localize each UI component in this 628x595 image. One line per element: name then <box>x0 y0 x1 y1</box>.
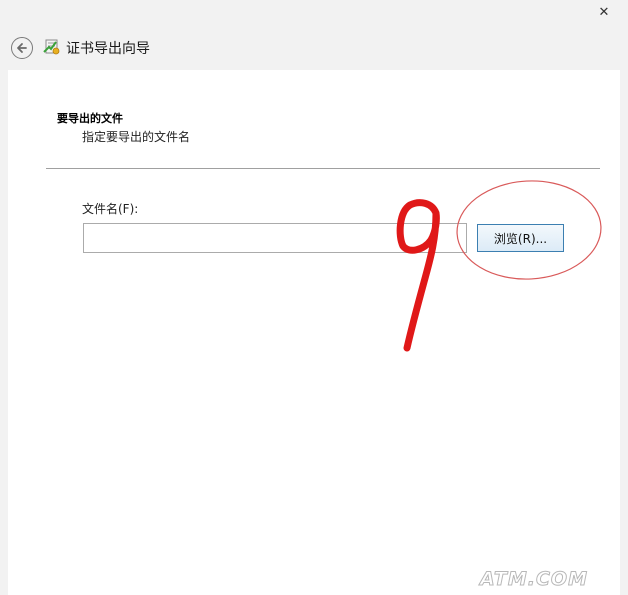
section-heading: 要导出的文件 <box>57 112 123 125</box>
header-divider <box>46 168 600 169</box>
browse-button[interactable]: 浏览(R)... <box>477 224 564 252</box>
certificate-wizard-icon <box>43 39 60 55</box>
window-border-right <box>620 0 628 595</box>
window-border-left <box>0 0 8 595</box>
back-arrow-icon <box>17 43 27 53</box>
watermark: ATM.COM <box>480 568 588 591</box>
back-button[interactable] <box>11 37 33 59</box>
close-icon: ✕ <box>598 4 610 20</box>
title-bar <box>0 0 628 71</box>
certificate-export-wizard-window: ✕ 证书导出向导 要导出的文件 指定要导出的文件名 文件名(F): 浏览(R).… <box>0 0 628 595</box>
close-button[interactable]: ✕ <box>589 2 619 22</box>
section-description: 指定要导出的文件名 <box>82 130 191 144</box>
wizard-title: 证书导出向导 <box>66 41 150 57</box>
filename-input[interactable] <box>83 223 467 253</box>
wizard-content-area <box>8 70 620 595</box>
filename-label: 文件名(F): <box>82 202 139 216</box>
